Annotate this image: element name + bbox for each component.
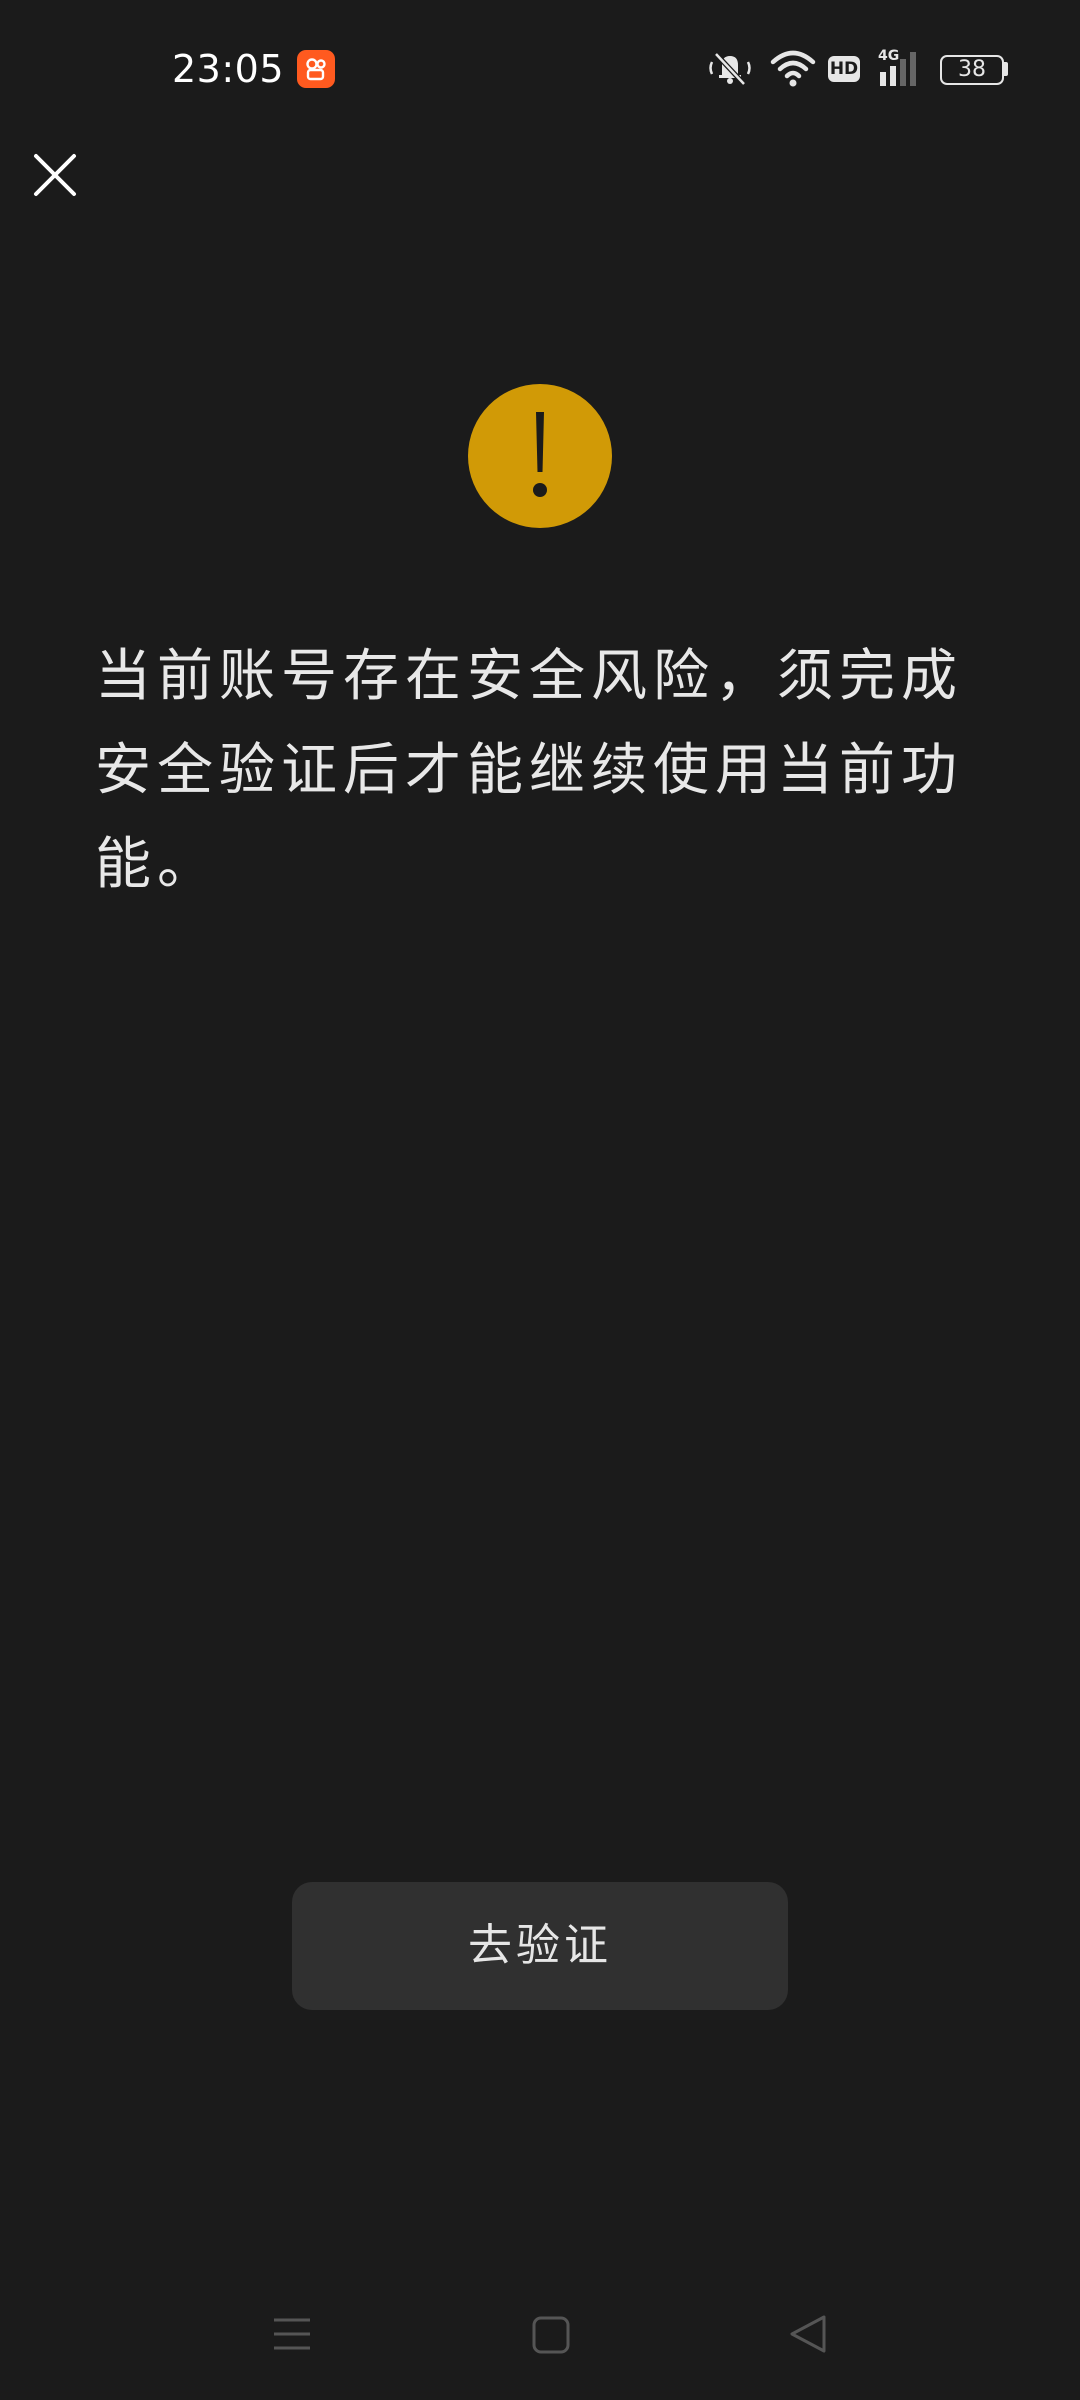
battery-icon: 38 (940, 55, 1004, 85)
network-type-label: 4G (878, 48, 899, 64)
hd-icon: HD (828, 56, 860, 82)
security-warning-message: 当前账号存在安全风险，须完成安全验证后才能继续使用当前功能。 (95, 644, 963, 897)
mute-bell-icon (706, 48, 754, 92)
exclamation-icon (533, 412, 547, 497)
app-notification-icon (297, 50, 335, 88)
home-icon (532, 2316, 570, 2354)
menu-icon (274, 2318, 310, 2350)
close-icon (34, 154, 76, 196)
status-time: 23:05 (172, 47, 285, 91)
screen: 23:05 HD 4G 38 当前账号存在安全风险，须完成安全验证后才能继续使用… (0, 0, 1080, 2400)
nav-back-button[interactable] (788, 2314, 828, 2358)
warning-icon (468, 384, 612, 528)
close-button[interactable] (30, 150, 80, 200)
back-icon (790, 2315, 826, 2353)
status-bar: 23:05 HD 4G 38 (0, 0, 1080, 140)
nav-home-button[interactable] (532, 2316, 570, 2358)
battery-tip (1004, 62, 1008, 76)
cellular-signal-icon: 4G (876, 46, 926, 92)
wifi-icon (770, 48, 816, 92)
nav-menu-button[interactable] (272, 2314, 312, 2358)
go-verify-button[interactable]: 去验证 (292, 1882, 788, 2010)
